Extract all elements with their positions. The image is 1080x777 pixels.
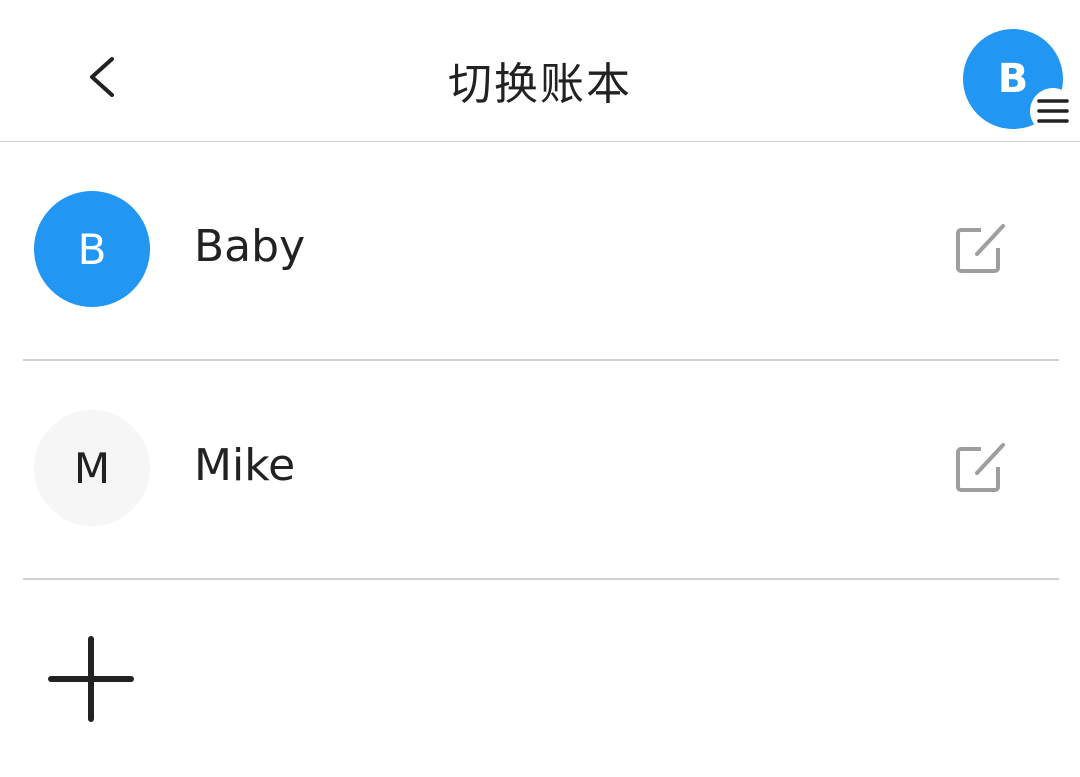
page-title: 切换账本 <box>448 59 632 110</box>
menu-button[interactable] <box>1030 88 1076 134</box>
top-app-bar: 切换账本 B <box>0 0 1080 142</box>
account-name: Mike <box>194 440 296 491</box>
account-row-baby[interactable]: B Baby <box>23 141 1059 361</box>
add-ledger-button[interactable] <box>46 634 136 724</box>
account-name: Baby <box>194 221 306 272</box>
avatar-initial: M <box>73 443 111 493</box>
plus-icon <box>48 636 134 722</box>
avatar: B <box>34 191 150 307</box>
avatar: M <box>34 410 150 526</box>
edit-icon <box>956 224 1005 273</box>
avatar-initial: B <box>77 224 107 274</box>
current-account-initial: B <box>997 56 1029 102</box>
chevron-left-icon <box>90 57 114 97</box>
edit-account-button[interactable] <box>951 438 1011 498</box>
switch-ledger-screen: 切换账本 B B Baby M Mike <box>0 0 1080 777</box>
account-row-mike[interactable]: M Mike <box>23 360 1059 580</box>
edit-account-button[interactable] <box>951 219 1011 279</box>
back-button[interactable] <box>70 40 134 114</box>
edit-icon <box>956 443 1005 492</box>
menu-icon <box>1037 99 1069 123</box>
